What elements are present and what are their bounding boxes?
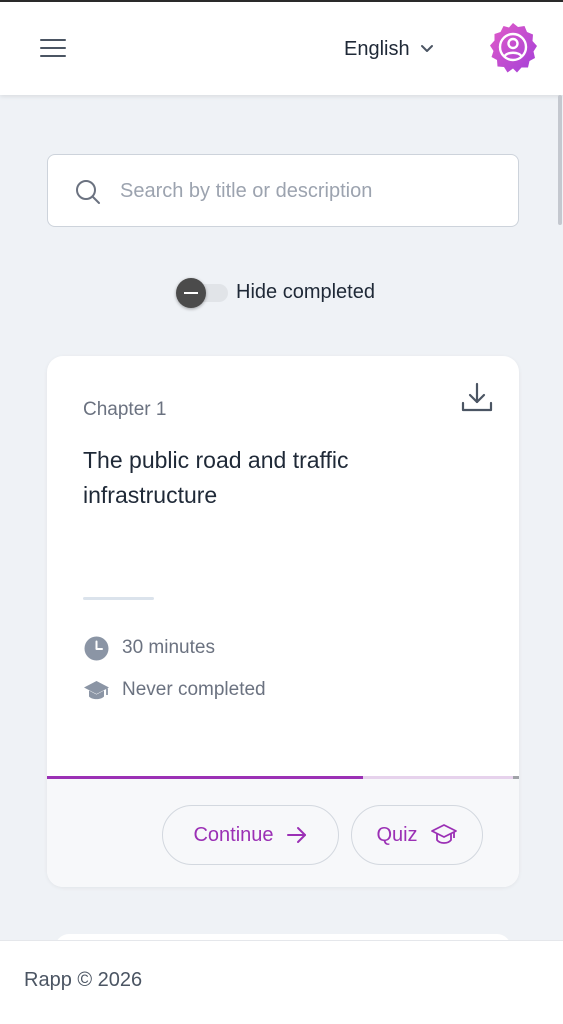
chapter-card: Chapter 1 The public road and traffic in… bbox=[47, 356, 519, 887]
download-icon[interactable] bbox=[459, 380, 495, 416]
toggle-knob bbox=[176, 278, 206, 308]
hide-completed-label: Hide completed bbox=[236, 280, 375, 303]
hide-completed-filter: Hide completed bbox=[176, 276, 375, 308]
chapter-title: The public road and traffic infrastructu… bbox=[83, 447, 349, 508]
language-label: English bbox=[344, 37, 410, 60]
hamburger-icon-line bbox=[40, 55, 66, 57]
graduation-cap-icon bbox=[430, 824, 457, 844]
hamburger-icon bbox=[40, 39, 66, 41]
search-input[interactable] bbox=[120, 173, 500, 209]
page-scrollbar[interactable] bbox=[558, 95, 562, 225]
app-footer: Rapp © 2026 bbox=[0, 940, 563, 1024]
hamburger-icon-line bbox=[40, 47, 66, 49]
continue-button[interactable]: Continue bbox=[162, 805, 339, 865]
language-selector[interactable]: English bbox=[344, 34, 434, 64]
user-avatar-button[interactable] bbox=[485, 20, 541, 76]
chapter-number: Chapter 1 bbox=[83, 399, 167, 420]
minus-icon bbox=[184, 292, 198, 294]
duration-text: 30 minutes bbox=[122, 637, 215, 658]
quiz-button[interactable]: Quiz bbox=[351, 805, 483, 865]
copyright-text: Rapp © 2026 bbox=[24, 969, 143, 991]
clock-icon bbox=[84, 636, 109, 660]
completion-row: Never completed bbox=[83, 676, 266, 704]
chevron-down-icon bbox=[420, 45, 433, 52]
search-icon bbox=[76, 180, 100, 204]
quiz-label: Quiz bbox=[376, 823, 418, 846]
arrow-right-icon bbox=[286, 827, 306, 843]
graduation-cap-icon bbox=[84, 680, 109, 699]
hide-completed-toggle[interactable] bbox=[176, 277, 230, 308]
menu-button[interactable] bbox=[38, 36, 68, 60]
card-actions: Continue Quiz bbox=[47, 779, 519, 887]
continue-label: Continue bbox=[193, 823, 274, 846]
title-divider bbox=[83, 597, 154, 600]
duration-row: 30 minutes bbox=[83, 634, 215, 662]
search-box bbox=[47, 154, 519, 227]
completion-text: Never completed bbox=[122, 679, 266, 700]
app-header: English bbox=[0, 2, 563, 95]
